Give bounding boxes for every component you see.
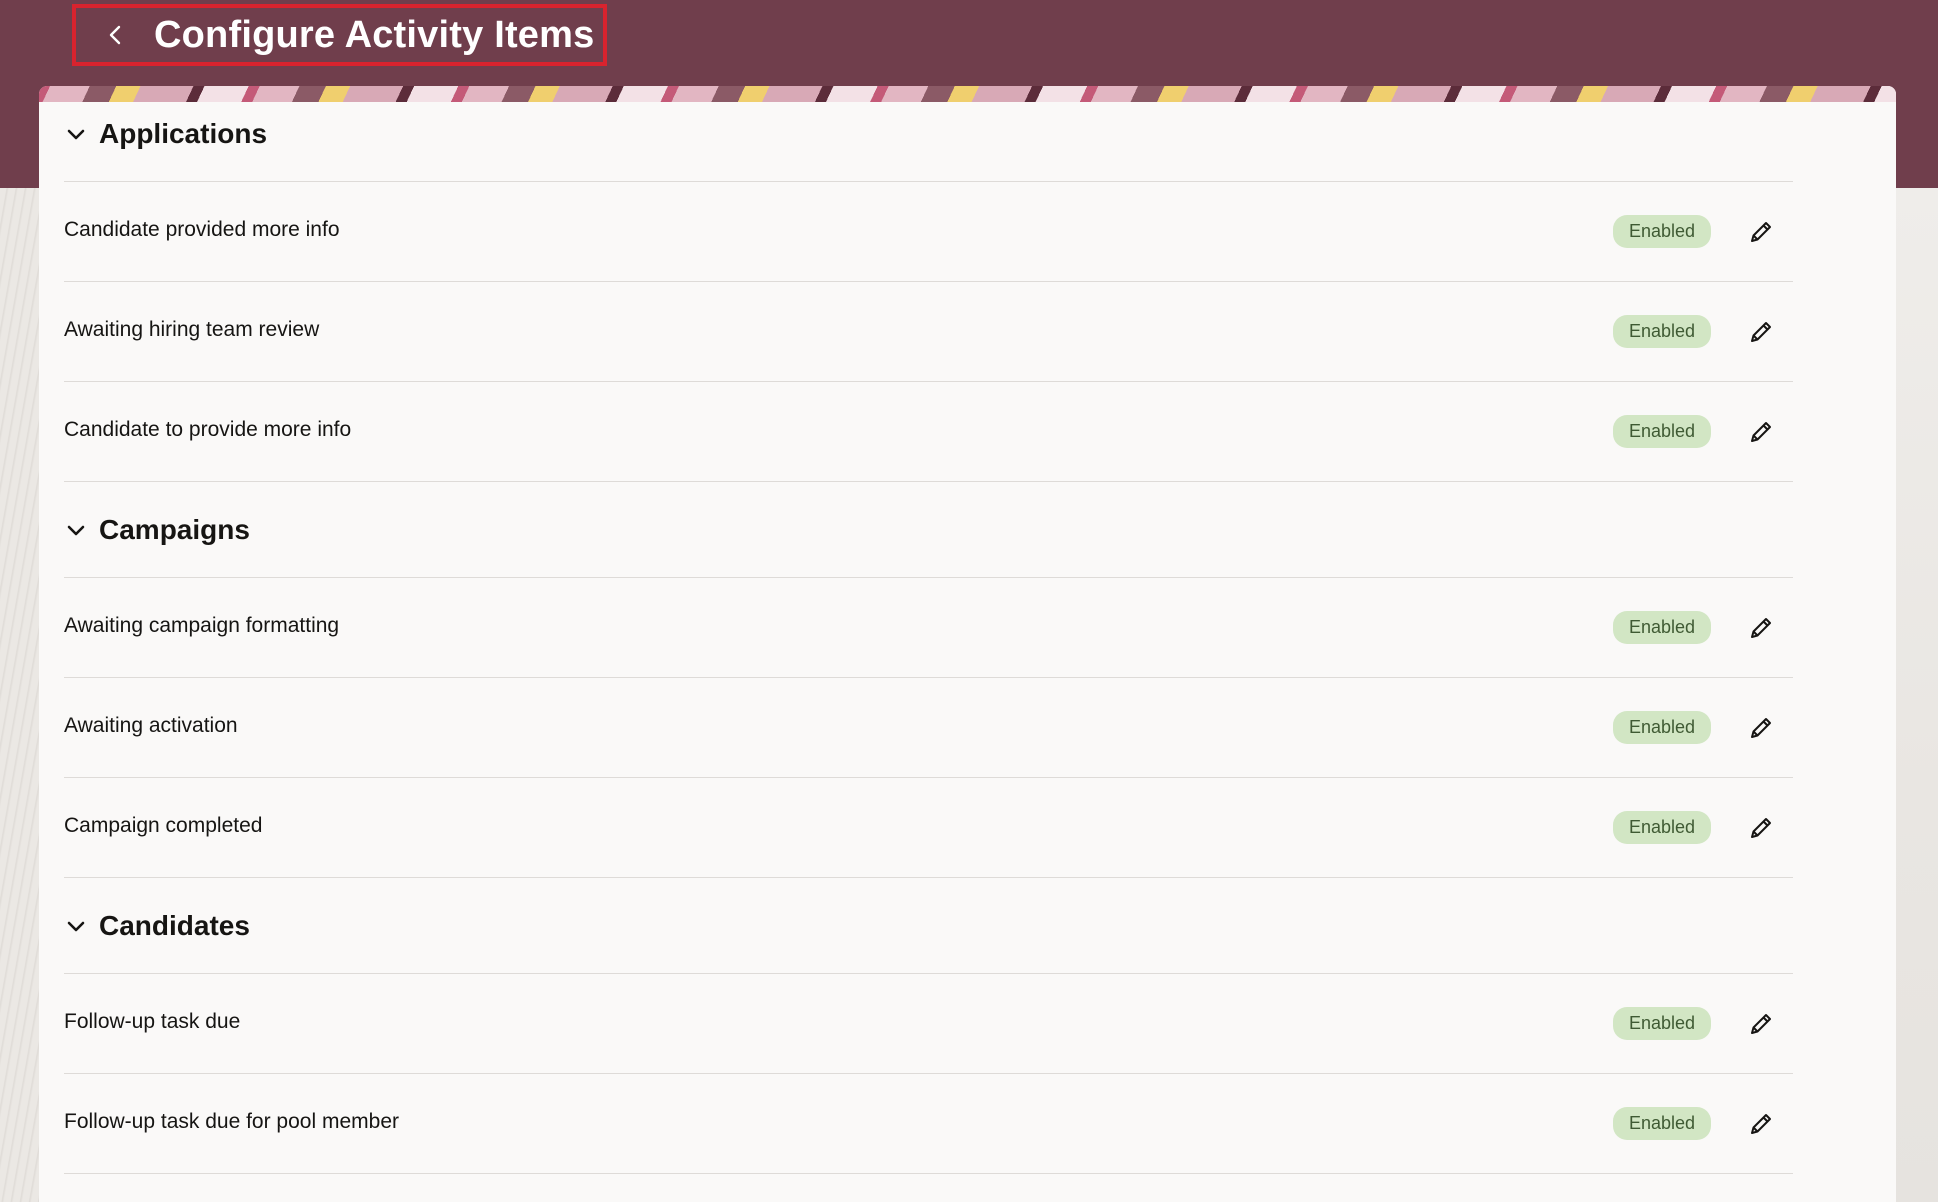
edit-button[interactable] [1741,608,1781,648]
background-texture-right [1894,188,1938,1202]
pencil-icon [1751,421,1771,442]
pencil-icon [1751,717,1771,738]
item-label: Awaiting campaign formatting [64,613,340,637]
item-label: Follow-up task due for pool member [64,1109,399,1133]
edit-button[interactable] [1741,708,1781,748]
status-badge: Enabled [1612,811,1711,844]
status-badge: Enabled [1612,711,1711,744]
edit-button[interactable] [1741,412,1781,452]
edit-button[interactable] [1741,312,1781,352]
status-badge: Enabled [1612,1007,1711,1040]
item-label: Follow-up task due [64,1009,241,1033]
item-label: Awaiting hiring team review [64,317,320,341]
edit-button[interactable] [1741,1104,1781,1144]
list-item: Campaign completed Enabled [64,778,1793,878]
pencil-icon [1751,321,1771,342]
item-label: Awaiting activation [64,713,238,737]
list-item: Candidate to provide more info Enabled [64,382,1793,482]
chevron-down-icon[interactable] [64,122,88,146]
section-header[interactable]: Campaigns [64,482,1793,578]
pencil-icon [1751,1013,1771,1034]
list-item: Follow-up task due for pool member Enabl… [64,1074,1793,1174]
section-title: Applications [99,117,268,149]
section-title: Campaigns [99,513,250,545]
list-item: Follow-up task due Enabled [64,974,1793,1074]
list-item: Awaiting activation Enabled [64,678,1793,778]
chevron-down-icon[interactable] [64,914,88,938]
pencil-icon [1751,817,1771,838]
section-candidates: Candidates Follow-up task due Enabled Fo… [64,878,1793,1174]
section-title: Candidates [99,909,250,941]
item-label: Candidate provided more info [64,217,340,241]
page-title: Configure Activity Items [154,13,595,56]
status-badge: Enabled [1612,415,1711,448]
list-item: Awaiting campaign formatting Enabled [64,578,1793,678]
status-badge: Enabled [1612,315,1711,348]
item-label: Campaign completed [64,813,263,837]
edit-button[interactable] [1741,808,1781,848]
pencil-icon [1751,1113,1771,1134]
status-badge: Enabled [1612,1107,1711,1140]
background-texture-left [0,188,40,1202]
status-badge: Enabled [1612,611,1711,644]
pencil-icon [1751,221,1771,242]
section-header[interactable]: Candidates [64,878,1793,974]
pencil-icon [1751,617,1771,638]
edit-button[interactable] [1741,212,1781,252]
list-item: Candidate provided more info Enabled [64,182,1793,282]
status-badge: Enabled [1612,215,1711,248]
chevron-down-icon[interactable] [64,518,88,542]
section-applications: Applications Candidate provided more inf… [64,86,1793,482]
chevron-left-icon [109,25,121,45]
activity-sections: Applications Candidate provided more inf… [64,86,1793,1174]
list-item: Awaiting hiring team review Enabled [64,282,1793,382]
page-header: Configure Activity Items [72,4,607,66]
back-button[interactable] [92,11,140,59]
edit-button[interactable] [1741,1004,1781,1044]
section-header[interactable]: Applications [64,86,1793,182]
item-label: Candidate to provide more info [64,417,352,441]
section-campaigns: Campaigns Awaiting campaign formatting E… [64,482,1793,878]
